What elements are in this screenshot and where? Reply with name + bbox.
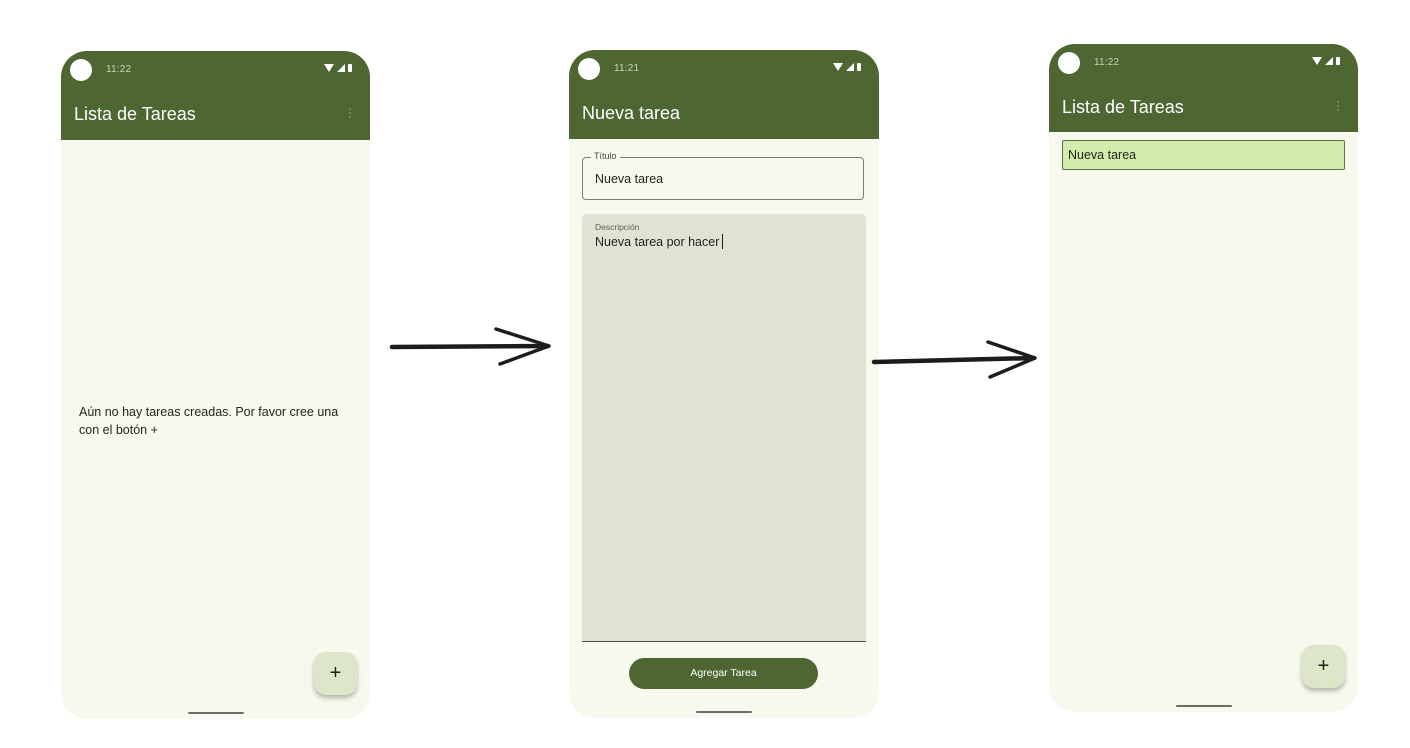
- gesture-nav-handle[interactable]: [696, 711, 752, 713]
- signal-icon: [337, 64, 345, 72]
- add-icon: +: [1317, 655, 1330, 677]
- app-bar: 11:21 Nueva tarea: [569, 50, 879, 139]
- wifi-icon: [833, 63, 843, 71]
- wifi-icon: [324, 64, 334, 72]
- status-icons: [833, 63, 861, 71]
- front-camera-icon: [578, 58, 600, 80]
- more-vert-icon[interactable]: [1337, 101, 1339, 111]
- front-camera-icon: [1058, 52, 1080, 74]
- title-field-label: Título: [591, 151, 620, 161]
- description-field-label: Descripción: [595, 222, 640, 232]
- wifi-icon: [1312, 57, 1322, 65]
- list-item[interactable]: Nueva tarea: [1062, 140, 1345, 170]
- app-title: Lista de Tareas: [1062, 97, 1184, 117]
- add-task-button[interactable]: Agregar Tarea: [629, 658, 818, 689]
- task-item-title: Nueva tarea: [1068, 148, 1137, 162]
- phone-screen-task-list-empty: 11:22 Lista de Tareas Aún no hay tareas …: [61, 51, 370, 719]
- app-title: Lista de Tareas: [74, 104, 196, 124]
- flow-canvas: 11:22 Lista de Tareas Aún no hay tareas …: [0, 0, 1410, 748]
- add-task-fab[interactable]: +: [314, 652, 357, 695]
- text-cursor: [722, 234, 724, 249]
- empty-state-message: Aún no hay tareas creadas. Por favor cre…: [79, 405, 339, 437]
- app-title: Nueva tarea: [582, 103, 681, 123]
- app-bar: 11:22 Lista de Tareas: [61, 51, 370, 140]
- signal-icon: [846, 63, 854, 71]
- add-icon: +: [329, 662, 342, 684]
- status-icons: [324, 64, 352, 72]
- battery-icon: [1336, 57, 1340, 65]
- status-time: 11:21: [614, 63, 640, 74]
- gesture-nav-handle[interactable]: [1175, 705, 1232, 707]
- flow-arrow-icon: [871, 340, 1037, 379]
- description-field-value-wrap: Nueva tarea por hacer: [595, 234, 724, 249]
- title-field-value: Nueva tarea: [595, 172, 664, 186]
- phone-screen-task-list: 11:22 Lista de Tareas Nueva tarea +: [1049, 44, 1358, 712]
- front-camera-icon: [70, 59, 92, 81]
- title-field[interactable]: Título Nueva tarea: [582, 151, 864, 200]
- battery-icon: [348, 64, 352, 72]
- description-field-value: Nueva tarea por hacer: [595, 235, 720, 249]
- signal-icon: [1325, 57, 1333, 65]
- gesture-nav-handle[interactable]: [187, 712, 244, 714]
- flow-arrow-icon: [389, 327, 551, 366]
- add-task-fab[interactable]: +: [1302, 645, 1345, 688]
- description-field[interactable]: Descripción Nueva tarea por hacer: [582, 214, 866, 642]
- battery-icon: [857, 63, 861, 71]
- status-time: 11:22: [106, 64, 132, 75]
- status-time: 11:22: [1094, 57, 1120, 68]
- app-bar: 11:22 Lista de Tareas: [1049, 44, 1358, 132]
- more-vert-icon[interactable]: [349, 108, 351, 118]
- status-icons: [1312, 57, 1340, 65]
- phone-screen-new-task: 11:21 Nueva tarea Título Nueva tarea Des…: [569, 50, 879, 718]
